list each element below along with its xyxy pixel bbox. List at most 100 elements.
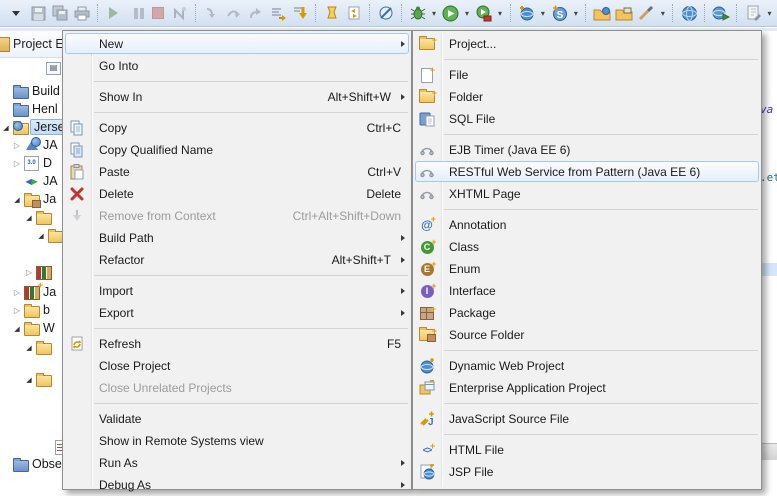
expander-icon[interactable] <box>11 324 23 333</box>
menu-item-folder[interactable]: + Folder <box>413 86 761 108</box>
resume-icon[interactable] <box>104 4 124 22</box>
step-return-icon[interactable] <box>246 4 266 22</box>
jsp-file-icon <box>418 463 436 481</box>
new-web-service-dropdown-icon[interactable]: ▾ <box>538 9 547 18</box>
open-deploy-folder-icon[interactable] <box>614 4 634 22</box>
menu-item-copy[interactable]: CopyCtrl+C <box>63 117 411 139</box>
menu-item-project[interactable]: + Project... <box>413 33 761 55</box>
menu-item-enum[interactable]: E+ Enum <box>413 258 761 280</box>
style-dropdown-icon[interactable]: ▾ <box>658 9 667 18</box>
menu-item-enterprise-application-project[interactable]: Enterprise Application Project <box>413 377 761 399</box>
menu-item-annotation[interactable]: @+ Annotation <box>413 214 761 236</box>
open-type-icon[interactable] <box>322 4 342 22</box>
menu-item-show-in-remote-systems-view[interactable]: Show in Remote Systems view <box>63 430 411 452</box>
menu-item-interface[interactable]: I+ Interface <box>413 280 761 302</box>
new-websphere-dropdown-icon[interactable]: ▾ <box>571 9 580 18</box>
menu-item-refresh[interactable]: RefreshF5 <box>63 333 411 355</box>
enum-icon: E+ <box>418 260 436 278</box>
toolbar-separator <box>672 4 674 22</box>
menu-item-paste[interactable]: PasteCtrl+V <box>63 161 411 183</box>
menu-item-javascript-source-file[interactable]: J JavaScript Source File <box>413 408 761 430</box>
menu-chevron-icon[interactable] <box>6 4 26 22</box>
menu-separator <box>63 399 411 408</box>
expander-icon[interactable] <box>23 213 35 222</box>
style-brush-icon[interactable] <box>636 4 656 22</box>
menu-item-go-into[interactable]: Go Into <box>63 55 411 77</box>
expander-icon[interactable] <box>11 195 23 204</box>
menu-item-dynamic-web-project[interactable]: Dynamic Web Project <box>413 355 761 377</box>
menu-item-restful-web-service-from-pattern[interactable]: RESTful Web Service from Pattern (Java E… <box>413 161 761 183</box>
save-icon[interactable] <box>28 4 48 22</box>
expander-icon[interactable] <box>11 288 23 297</box>
menu-item-validate[interactable]: Validate <box>63 408 411 430</box>
menu-item-export[interactable]: Export <box>63 302 411 324</box>
folder-icon <box>23 302 40 318</box>
run-on-server-icon[interactable] <box>711 4 731 22</box>
java-resources-icon <box>23 191 40 207</box>
interface-icon: I+ <box>418 282 436 300</box>
submenu-arrow-icon <box>401 94 405 100</box>
suspend-icon[interactable] <box>126 4 146 22</box>
menu-item-copy-qualified-name[interactable]: Copy Qualified Name <box>63 139 411 161</box>
menu-item-html-file[interactable]: <>+ HTML File <box>413 439 761 461</box>
disconnect-icon[interactable] <box>170 4 190 22</box>
expander-icon[interactable] <box>23 268 35 277</box>
new-file-dropdown-icon[interactable]: ▾ <box>765 9 774 18</box>
print-icon[interactable] <box>72 4 92 22</box>
save-all-icon[interactable] <box>50 4 70 22</box>
new-web-service-icon[interactable] <box>516 4 536 22</box>
run-dropdown-icon[interactable]: ▾ <box>463 9 472 18</box>
expander-icon[interactable] <box>23 375 35 384</box>
web-browser-icon[interactable] <box>679 4 699 22</box>
menu-item-file[interactable]: + File <box>413 64 761 86</box>
toolbar-separator <box>195 4 197 22</box>
expander-icon[interactable] <box>11 159 23 168</box>
submenu-arrow-icon <box>401 41 405 47</box>
use-step-filters-icon[interactable] <box>290 4 310 22</box>
menu-item-import[interactable]: Import <box>63 280 411 302</box>
menu-item-source-folder[interactable]: + Source Folder <box>413 324 761 346</box>
paste-icon <box>68 163 86 181</box>
editor-area[interactable]: va .et <box>762 31 777 476</box>
menu-item-debug-as[interactable]: Debug As <box>63 474 411 496</box>
expander-icon[interactable] <box>23 343 35 352</box>
step-into-icon[interactable] <box>202 4 222 22</box>
expander-icon[interactable] <box>0 123 12 132</box>
new-generated-file-icon[interactable] <box>743 4 763 22</box>
html-file-icon: <>+ <box>418 441 436 459</box>
collapse-all-button[interactable]: ▤ <box>46 62 61 75</box>
menu-item-sql-file[interactable]: SQL File <box>413 108 761 130</box>
menu-item-delete[interactable]: DeleteDelete <box>63 183 411 205</box>
annotation-icon: @+ <box>418 216 436 234</box>
menu-item-new[interactable]: New <box>63 33 411 55</box>
menu-item-build-path[interactable]: Build Path <box>63 227 411 249</box>
expander-icon[interactable] <box>11 306 23 315</box>
menu-item-run-as[interactable]: Run As <box>63 452 411 474</box>
expander-icon[interactable] <box>35 231 47 240</box>
run-icon[interactable] <box>441 4 461 22</box>
skip-all-breakpoints-icon[interactable] <box>376 4 396 22</box>
new-websphere-service-icon[interactable]: S <box>549 4 569 22</box>
synchronize-icon[interactable] <box>344 4 364 22</box>
debug-dropdown-icon[interactable]: ▾ <box>430 9 439 18</box>
terminate-icon[interactable] <box>148 4 168 22</box>
debug-icon[interactable] <box>408 4 428 22</box>
open-web-folder-icon[interactable] <box>592 4 612 22</box>
menu-item-close-project[interactable]: Close Project <box>63 355 411 377</box>
menu-item-ejb-timer[interactable]: EJB Timer (Java EE 6) <box>413 139 761 161</box>
closed-project-icon <box>12 83 29 99</box>
menu-item-jsp-file[interactable]: JSP File <box>413 461 761 483</box>
run-to-line-icon[interactable] <box>268 4 288 22</box>
menu-item-class[interactable]: C+ Class <box>413 236 761 258</box>
web-service-icon <box>418 185 436 203</box>
step-over-icon[interactable] <box>224 4 244 22</box>
menu-item-show-in[interactable]: Show InAlt+Shift+W <box>63 86 411 108</box>
expander-icon[interactable] <box>11 141 23 150</box>
remove-from-context-icon <box>68 207 86 225</box>
menu-item-refactor[interactable]: RefactorAlt+Shift+T <box>63 249 411 271</box>
run-external-tool-icon[interactable] <box>474 4 494 22</box>
run-external-dropdown-icon[interactable]: ▾ <box>496 9 505 18</box>
menu-item-package[interactable]: + Package <box>413 302 761 324</box>
menu-item-xhtml-page[interactable]: XHTML Page <box>413 183 761 205</box>
menu-separator <box>413 205 761 214</box>
